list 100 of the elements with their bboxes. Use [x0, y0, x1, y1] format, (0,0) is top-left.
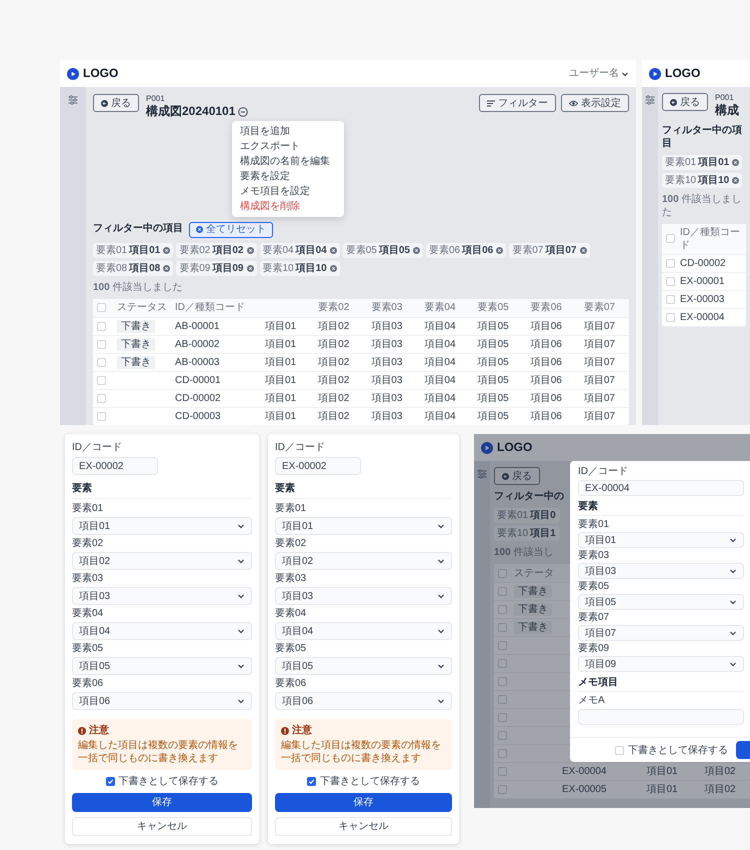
- filter-chip[interactable]: 要素01 項目01: [93, 242, 174, 258]
- select-field[interactable]: 項目01: [275, 517, 452, 535]
- table-cell-text: 項目01: [264, 320, 298, 333]
- select-field[interactable]: 項目06: [72, 692, 252, 710]
- menu-item[interactable]: 項目を追加: [232, 124, 344, 139]
- close-circle-icon[interactable]: [413, 246, 420, 254]
- sliders-icon[interactable]: [68, 95, 78, 105]
- select-field[interactable]: 項目06: [275, 692, 452, 710]
- status-badge: 下書き: [514, 621, 552, 634]
- select-field[interactable]: 項目05: [578, 594, 744, 610]
- select-field[interactable]: 項目02: [275, 552, 452, 570]
- close-circle-icon[interactable]: [732, 176, 740, 184]
- arrow-circle-icon: [502, 472, 509, 480]
- select-field[interactable]: 項目04: [275, 622, 452, 640]
- checkbox-label[interactable]: 下書きとして保存する: [118, 775, 218, 788]
- filter-chip[interactable]: 要素04 項目04: [260, 242, 340, 258]
- checkbox[interactable]: [307, 777, 316, 786]
- notice-message: 編集した項目は複数の要素の情報を一括で同じものに書き換えます: [78, 739, 239, 765]
- table-cell-text: 項目02: [317, 320, 350, 333]
- field-label: 要素05: [72, 643, 104, 655]
- menu-item[interactable]: 構成図の名前を編集: [232, 154, 344, 169]
- menu-item[interactable]: メモ項目を設定: [232, 184, 344, 199]
- column-header: ステータス: [117, 301, 168, 314]
- select-field[interactable]: 項目05: [275, 657, 452, 675]
- select-field[interactable]: 項目02: [72, 552, 252, 570]
- checkbox-label[interactable]: 下書きとして保存する: [320, 775, 420, 788]
- close-circle-icon[interactable]: [163, 264, 170, 272]
- close-circle-icon[interactable]: [580, 246, 586, 254]
- table-cell-text: 項目04: [423, 356, 457, 369]
- filter-button[interactable]: フィルター: [479, 94, 556, 112]
- close-circle-icon[interactable]: [196, 226, 203, 234]
- save-button[interactable]: 保存: [72, 793, 252, 812]
- text-field[interactable]: EX-00002: [72, 457, 158, 475]
- filter-chip[interactable]: 要素10 項目1: [494, 526, 560, 541]
- filter-chip[interactable]: 要素06 項目06: [426, 242, 506, 258]
- logo-text: LOGO: [665, 66, 700, 82]
- close-circle-icon[interactable]: [330, 264, 337, 272]
- display-settings-button[interactable]: 表示設定: [561, 94, 629, 112]
- select-field[interactable]: 項目04: [72, 622, 252, 640]
- select-field[interactable]: 項目01: [72, 517, 252, 535]
- filter-chip[interactable]: 要素07 項目07: [509, 242, 590, 258]
- back-button[interactable]: 戻る: [93, 94, 139, 112]
- back-button[interactable]: 戻る: [494, 467, 540, 485]
- field-label: 要素01: [275, 503, 308, 515]
- select-field[interactable]: 項目09: [578, 656, 744, 672]
- reset-button[interactable]: 全てリセット: [189, 222, 273, 238]
- text-field[interactable]: [578, 709, 744, 725]
- close-circle-icon[interactable]: [163, 246, 170, 254]
- column-header: ID／種類コード: [680, 226, 741, 252]
- checkbox-label[interactable]: 下書きとして保存する: [628, 744, 728, 756]
- table-cell-text: 項目02: [317, 392, 350, 405]
- filter-chip[interactable]: 要素09 項目09: [176, 260, 256, 276]
- filter-chip[interactable]: 要素01 項目01: [662, 154, 742, 170]
- chevron-down-icon: [621, 70, 629, 78]
- table-cell-text: 項目06: [530, 338, 563, 351]
- cancel-button[interactable]: キャンセル: [275, 817, 452, 836]
- sliders-icon[interactable]: [645, 95, 655, 105]
- alert-icon: [281, 726, 289, 734]
- filter-chip[interactable]: 要素08 項目08: [93, 260, 174, 276]
- chevron-down-icon: [729, 536, 737, 544]
- status-badge: 下書き: [117, 356, 155, 369]
- close-circle-icon[interactable]: [496, 246, 504, 254]
- select-field[interactable]: 項目05: [72, 657, 252, 675]
- chevron-down-icon: [729, 629, 737, 637]
- result-count: 100 件該当しました: [93, 280, 182, 294]
- select-field[interactable]: 項目07: [578, 625, 744, 641]
- table-cell-text: CD-00002: [175, 392, 222, 405]
- menu-item[interactable]: 構成図を削除: [232, 199, 344, 214]
- menu-item[interactable]: 要素を設定: [232, 169, 344, 184]
- select-field[interactable]: 項目03: [275, 587, 452, 605]
- sliders-icon[interactable]: [477, 469, 487, 479]
- text-field[interactable]: EX-00004: [578, 480, 744, 496]
- chevron-down-icon: [237, 522, 245, 530]
- field-label: ID／コード: [275, 442, 326, 454]
- select-field[interactable]: 項目01: [578, 532, 744, 548]
- filter-chip[interactable]: 要素02 項目02: [176, 242, 256, 258]
- select-field[interactable]: 項目03: [72, 587, 252, 605]
- filter-chip[interactable]: 要素10 項目10: [662, 172, 742, 188]
- field-label: 要素06: [72, 678, 104, 690]
- table-cell-text: 項目04: [423, 392, 457, 405]
- back-button[interactable]: 戻る: [662, 93, 708, 111]
- checkbox[interactable]: [106, 777, 114, 786]
- close-circle-icon[interactable]: [246, 264, 254, 272]
- chevron-down-icon: [437, 592, 445, 600]
- close-circle-icon[interactable]: [732, 158, 740, 166]
- menu-item[interactable]: エクスポート: [232, 139, 344, 154]
- close-circle-icon[interactable]: [330, 246, 337, 254]
- close-circle-icon[interactable]: [246, 246, 254, 254]
- section-title: 要素: [578, 498, 744, 516]
- filter-chip[interactable]: 要素05 項目05: [342, 242, 423, 258]
- user-menu[interactable]: ユーザー名: [569, 67, 629, 80]
- save-button[interactable]: 保存: [275, 793, 452, 812]
- chevron-down-icon: [729, 567, 737, 575]
- select-field[interactable]: 項目03: [578, 563, 744, 579]
- text-field[interactable]: EX-00002: [275, 457, 361, 475]
- cancel-button[interactable]: キャンセル: [72, 817, 252, 836]
- filter-chip[interactable]: 要素01 項目0: [494, 508, 560, 523]
- filter-chip[interactable]: 要素10 項目10: [260, 260, 340, 276]
- minus-circle-icon[interactable]: [238, 107, 248, 118]
- column-header: ステータ: [514, 566, 555, 580]
